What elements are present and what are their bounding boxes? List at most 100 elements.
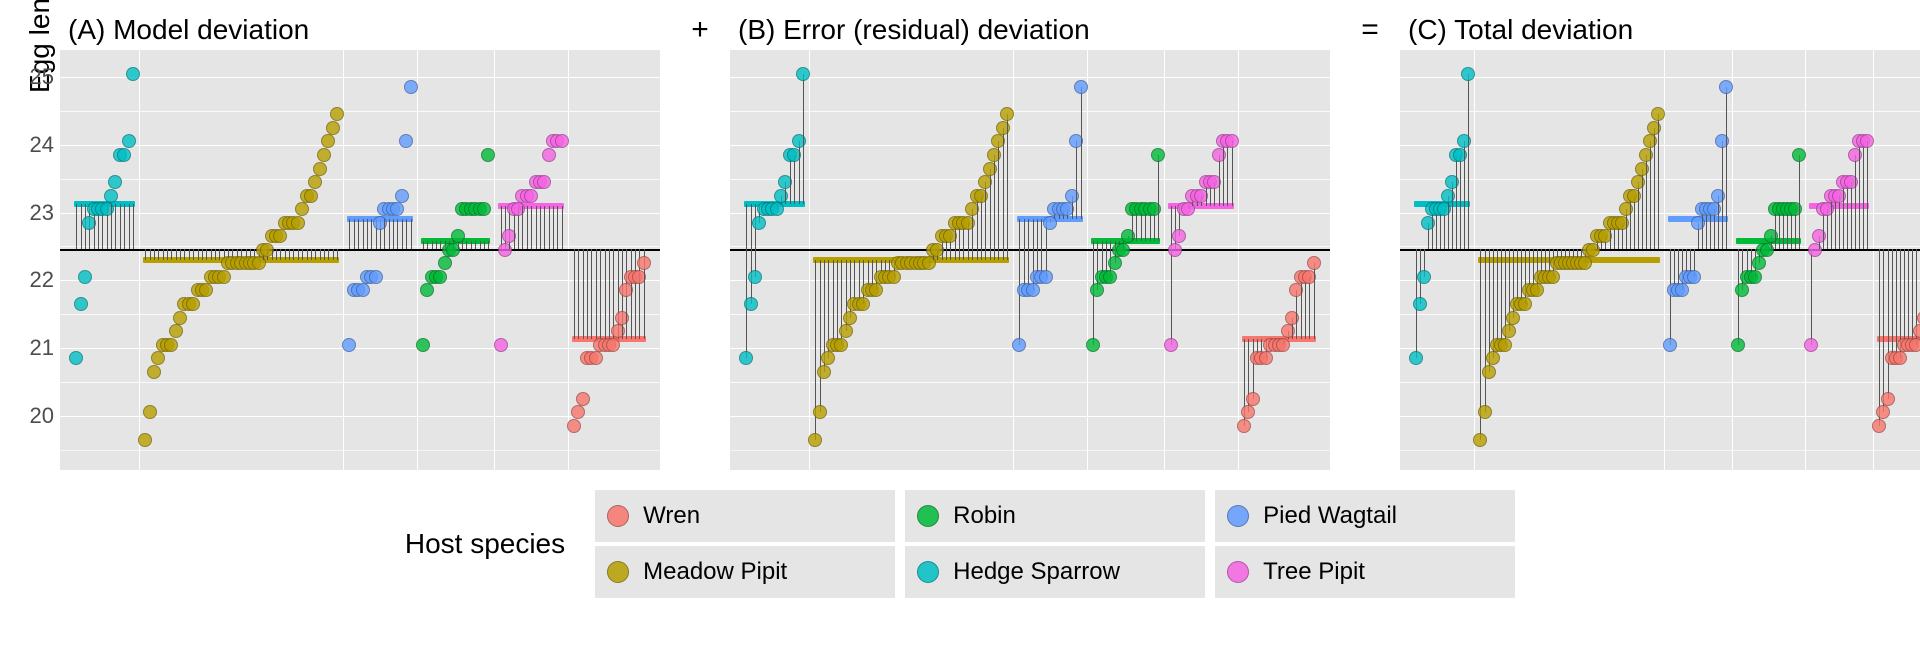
- data-point: [481, 148, 495, 162]
- data-point: [74, 297, 88, 311]
- data-point: [1578, 256, 1592, 270]
- data-point: [537, 175, 551, 189]
- data-point: [1108, 256, 1122, 270]
- panel-B: (B) Error (residual) deviation: [730, 10, 1330, 470]
- data-point: [1909, 338, 1920, 352]
- data-point: [1651, 107, 1665, 121]
- data-point: [151, 351, 165, 365]
- legend-item: Robin: [905, 490, 1205, 542]
- data-point: [821, 351, 835, 365]
- y-tick-label: 25: [10, 64, 54, 90]
- data-point: [1752, 256, 1766, 270]
- data-point: [326, 121, 340, 135]
- data-point: [1748, 270, 1762, 284]
- data-point: [808, 433, 822, 447]
- data-point: [542, 148, 556, 162]
- legend-label: Robin: [953, 502, 1016, 530]
- data-point: [567, 419, 581, 433]
- data-point: [1000, 107, 1014, 121]
- panel-joiner: +: [670, 10, 730, 50]
- legend-label: Hedge Sparrow: [953, 558, 1120, 586]
- data-point: [117, 148, 131, 162]
- data-point: [843, 311, 857, 325]
- data-point: [1876, 405, 1890, 419]
- data-point: [295, 202, 309, 216]
- data-point: [1663, 338, 1677, 352]
- data-point: [1461, 67, 1475, 81]
- legend-swatch: [607, 505, 629, 527]
- data-point: [108, 175, 122, 189]
- grand-mean-line: [730, 249, 1330, 251]
- panel-title: (C) Total deviation: [1400, 10, 1920, 50]
- data-point: [433, 270, 447, 284]
- legend-item: Wren: [595, 490, 895, 542]
- data-point: [1675, 283, 1689, 297]
- data-point: [321, 134, 335, 148]
- data-point: [395, 189, 409, 203]
- data-point: [1893, 351, 1907, 365]
- data-point: [1731, 338, 1745, 352]
- data-point: [1486, 351, 1500, 365]
- y-tick-label: 21: [10, 335, 54, 361]
- panel-title: (B) Error (residual) deviation: [730, 10, 1330, 50]
- data-point: [637, 256, 651, 270]
- legend-item: Pied Wagtail: [1215, 490, 1515, 542]
- data-point: [1409, 351, 1423, 365]
- panels-row: Egg length 202122232425 (A) Model deviat…: [20, 10, 1900, 470]
- data-point: [217, 270, 231, 284]
- data-point: [330, 107, 344, 121]
- data-point: [834, 338, 848, 352]
- data-point: [420, 283, 434, 297]
- data-point: [1473, 433, 1487, 447]
- data-point: [1498, 338, 1512, 352]
- data-point: [104, 189, 118, 203]
- data-point: [1792, 148, 1806, 162]
- data-point: [273, 229, 287, 243]
- legend-label: Tree Pipit: [1263, 558, 1365, 586]
- data-point: [1307, 256, 1321, 270]
- data-point: [1086, 338, 1100, 352]
- legend-item: Hedge Sparrow: [905, 546, 1205, 598]
- legend-grid: Wren Robin Pied Wagtail Meadow Pipit Hedge S…: [595, 490, 1515, 598]
- panel-title: (A) Model deviation: [60, 10, 660, 50]
- y-tick-label: 23: [10, 200, 54, 226]
- data-point: [744, 297, 758, 311]
- data-point: [186, 297, 200, 311]
- data-point: [839, 324, 853, 338]
- data-point: [1413, 297, 1427, 311]
- data-point: [1012, 338, 1026, 352]
- data-point: [748, 270, 762, 284]
- legend-label: Meadow Pipit: [643, 558, 787, 586]
- legend-item: Tree Pipit: [1215, 546, 1515, 598]
- data-point: [304, 189, 318, 203]
- data-point: [122, 134, 136, 148]
- data-point: [739, 351, 753, 365]
- data-point: [887, 270, 901, 284]
- data-point: [606, 338, 620, 352]
- data-point: [143, 405, 157, 419]
- data-point: [1164, 338, 1178, 352]
- data-point: [438, 256, 452, 270]
- y-tick-label: 24: [10, 132, 54, 158]
- data-point: [1913, 324, 1920, 338]
- data-point: [69, 351, 83, 365]
- data-point: [589, 351, 603, 365]
- data-point: [1881, 392, 1895, 406]
- data-point: [169, 324, 183, 338]
- data-point: [173, 311, 187, 325]
- data-point: [477, 202, 491, 216]
- data-point: [752, 216, 766, 230]
- data-point: [404, 80, 418, 94]
- data-point: [313, 162, 327, 176]
- data-point: [1506, 311, 1520, 325]
- y-tick-label: 20: [10, 403, 54, 429]
- data-point: [1074, 80, 1088, 94]
- legend-swatch: [607, 561, 629, 583]
- data-point: [1241, 405, 1255, 419]
- legend-title: Host species: [405, 528, 565, 560]
- data-point: [356, 283, 370, 297]
- data-point: [571, 405, 585, 419]
- data-point: [138, 433, 152, 447]
- panel-A: (A) Model deviation: [60, 10, 660, 470]
- data-point: [416, 338, 430, 352]
